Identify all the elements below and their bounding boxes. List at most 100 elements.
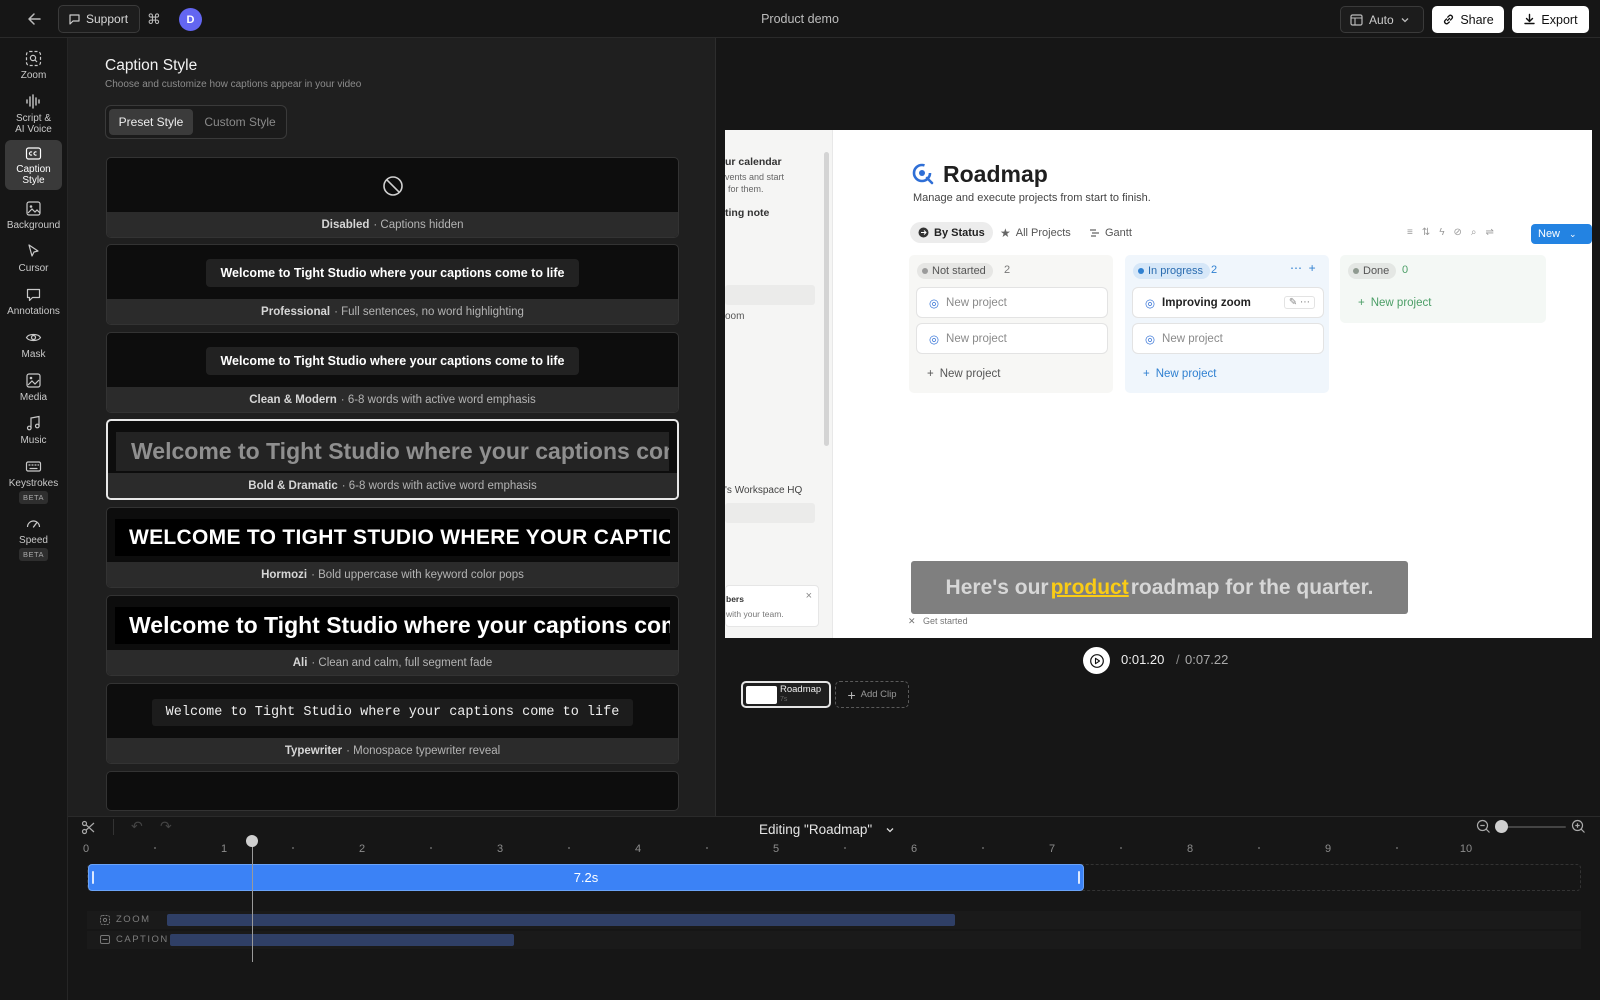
add-project: + New project xyxy=(927,367,1001,380)
play-button[interactable] xyxy=(1083,647,1110,674)
caption-sample: Welcome to Tight Studio where your capti… xyxy=(206,259,579,287)
redo-icon[interactable]: ↷ xyxy=(160,818,172,835)
preset-disabled[interactable]: Disabled · Captions hidden xyxy=(106,157,679,238)
ruler-minor-tick xyxy=(1258,847,1260,849)
caption-segment[interactable] xyxy=(170,934,514,946)
zoom-in-icon[interactable] xyxy=(1571,819,1586,834)
top-bar: Support ⌘ D Product demo Auto Share Expo… xyxy=(0,0,1600,38)
sidebar-item-cursor[interactable]: Cursor xyxy=(5,237,62,278)
add-project: + New project xyxy=(1143,367,1217,380)
video-tab-by-status: By Status xyxy=(910,222,993,243)
ruler-tick: 6 xyxy=(910,843,918,855)
sidebar-item-caption-style[interactable]: Caption Style xyxy=(5,140,62,190)
image-icon xyxy=(26,201,41,216)
sidebar-item-speed[interactable]: Speed BETA xyxy=(5,509,62,565)
command-icon[interactable]: ⌘ xyxy=(147,11,161,28)
ruler-tick: 4 xyxy=(634,843,642,855)
column-not-started: Not started 2 ◎ New project ◎ New project … xyxy=(909,255,1113,393)
preset-name: Clean & Modern xyxy=(249,393,337,406)
playhead-line[interactable] xyxy=(252,841,253,962)
support-button[interactable]: Support xyxy=(58,5,141,33)
share-button[interactable]: Share xyxy=(1432,6,1504,33)
back-arrow-icon[interactable] xyxy=(25,10,45,28)
preset-bold-dramatic[interactable]: Welcome to Tight Studio where your capti… xyxy=(106,419,679,500)
sidebar-item-label: Mask xyxy=(21,349,46,360)
ruler-minor-tick xyxy=(982,847,984,849)
add-clip-button[interactable]: + Add Clip xyxy=(835,681,909,708)
video-text: ting note xyxy=(725,207,770,219)
video-text: ur calendar xyxy=(725,156,782,168)
zoom-icon xyxy=(25,50,42,67)
sidebar-item-label: Zoom xyxy=(20,70,47,81)
column-done: Done 0 + New project xyxy=(1340,255,1546,323)
tab-custom-style[interactable]: Custom Style xyxy=(196,109,284,135)
preset-ali[interactable]: Welcome to Tight Studio where your capti… xyxy=(106,595,679,676)
preset-name: Professional xyxy=(261,305,331,318)
sidebar-item-label: Background xyxy=(6,220,61,231)
avatar[interactable]: D xyxy=(179,8,202,31)
video-text: 's Workspace HQ xyxy=(725,485,803,496)
sidebar-item-media[interactable]: Media xyxy=(5,366,62,407)
preset-professional[interactable]: Welcome to Tight Studio where your capti… xyxy=(106,244,679,325)
sidebar-item-script[interactable]: Script & AI Voice xyxy=(5,87,62,139)
cc-icon xyxy=(25,147,42,160)
video-tab-gantt: Gantt xyxy=(1081,222,1140,243)
sidebar-item-mask[interactable]: Mask xyxy=(5,323,62,364)
preset-typewriter[interactable]: Welcome to Tight Studio where your capti… xyxy=(106,683,679,764)
sidebar-item-label: Keystrokes xyxy=(8,478,59,489)
sidebar-item-label: Annotations xyxy=(7,306,60,317)
ruler-minor-tick xyxy=(1120,847,1122,849)
sidebar-item-label: Media xyxy=(19,392,48,403)
sidebar-item-label: Script & AI Voice xyxy=(15,113,52,135)
preset-desc: Captions hidden xyxy=(380,218,464,231)
undo-icon[interactable]: ↶ xyxy=(131,818,143,835)
tab-preset-style[interactable]: Preset Style xyxy=(109,109,193,135)
clip-thumbnail[interactable]: Roadmap 7s xyxy=(741,681,831,708)
caption-highlight-word: product xyxy=(1050,575,1129,599)
roadmap-title: Roadmap xyxy=(943,161,1048,187)
scissors-icon[interactable] xyxy=(81,820,96,835)
eye-icon xyxy=(25,333,42,342)
ruler-tick: 2 xyxy=(358,843,366,855)
playhead-handle[interactable] xyxy=(246,835,258,847)
ruler-minor-tick xyxy=(154,847,156,849)
editing-clip-select[interactable]: Editing "Roadmap" xyxy=(759,822,895,837)
preset-hormozi[interactable]: WELCOME TO TIGHT STUDIO WHERE YOUR CAPTI… xyxy=(106,507,679,588)
panel-subtitle: Choose and customize how captions appear… xyxy=(105,79,362,90)
timeline-zoom-slider[interactable] xyxy=(1498,826,1566,828)
sidebar-item-zoom[interactable]: Zoom xyxy=(5,44,62,85)
sidebar-item-label: Cursor xyxy=(18,263,49,274)
preset-clean-modern[interactable]: Welcome to Tight Studio where your capti… xyxy=(106,332,679,413)
timeline-ruler[interactable]: 0 1 2 3 4 5 6 7 8 9 10 xyxy=(82,843,1586,857)
caption-sample: Welcome to Tight Studio where your capti… xyxy=(206,347,579,375)
caption-sample: Welcome to Tight Studio where your capti… xyxy=(151,698,634,726)
project-card: ◎ New project xyxy=(917,324,1107,353)
music-icon xyxy=(26,415,40,431)
project-card: ◎ Improving zoom ✎ ⋯ xyxy=(1133,288,1323,317)
clip-trim-handle-left[interactable] xyxy=(92,871,94,884)
sidebar-item-background[interactable]: Background xyxy=(5,194,62,235)
export-button[interactable]: Export xyxy=(1512,6,1589,33)
clip-thumb-image xyxy=(746,686,777,704)
style-mode-toggle: Preset Style Custom Style xyxy=(105,105,287,139)
zoom-slider-knob[interactable] xyxy=(1495,820,1508,833)
preset-desc: Bold uppercase with keyword color pops xyxy=(318,568,524,581)
preset-desc: 6-8 words with active word emphasis xyxy=(348,479,537,492)
preset-next-partial[interactable] xyxy=(106,771,679,811)
ruler-tick: 0 xyxy=(82,843,90,855)
layout-icon xyxy=(1350,13,1363,26)
sidebar-item-label: Caption Style xyxy=(16,164,51,186)
sidebar-item-annotations[interactable]: Annotations xyxy=(5,280,62,321)
ruler-tick: 7 xyxy=(1048,843,1056,855)
zoom-segment[interactable] xyxy=(167,914,956,926)
zoom-out-icon[interactable] xyxy=(1476,819,1491,834)
sidebar-item-music[interactable]: Music xyxy=(5,409,62,450)
preset-name: Bold & Dramatic xyxy=(248,479,338,492)
ruler-minor-tick xyxy=(292,847,294,849)
clip-trim-handle-right[interactable] xyxy=(1078,871,1080,884)
video-toolbar-icons: ≡ ⇅ ϟ ⊘ ⌕ ⇌ xyxy=(1407,227,1494,238)
aspect-ratio-select[interactable]: Auto xyxy=(1340,6,1424,33)
lane-label: CAPTION xyxy=(116,934,169,945)
timeline-clip-bar[interactable]: 7.2s xyxy=(88,864,1084,891)
sidebar-item-keystrokes[interactable]: Keystrokes BETA xyxy=(5,452,62,508)
